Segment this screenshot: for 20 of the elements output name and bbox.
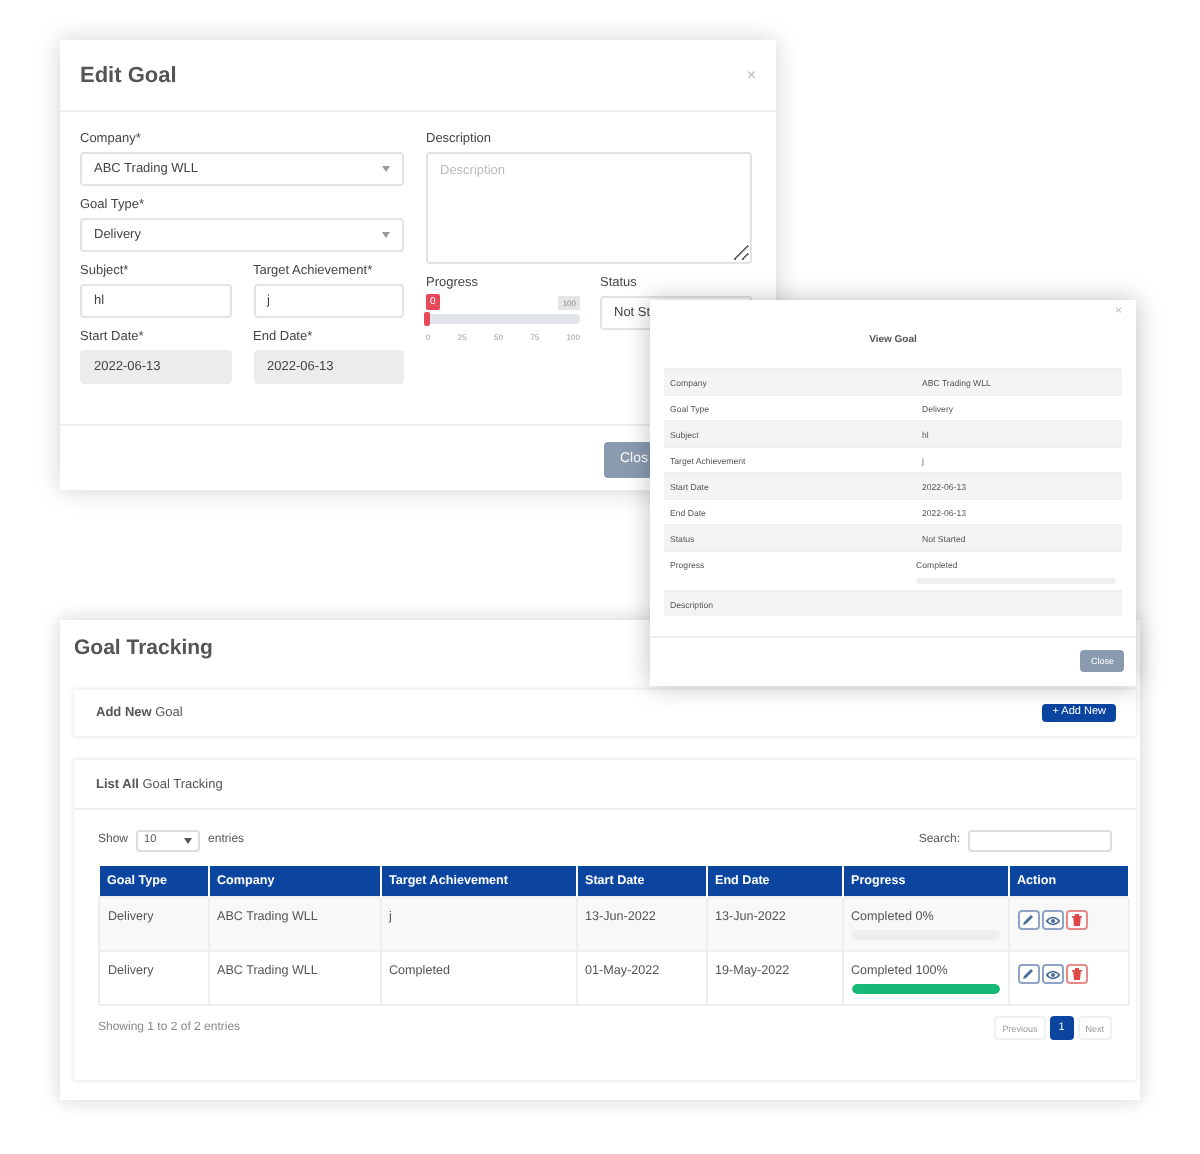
search-field[interactable] bbox=[968, 829, 1112, 851]
pencil-icon bbox=[1022, 968, 1034, 980]
eye-icon bbox=[1045, 969, 1059, 979]
view-button[interactable] bbox=[1041, 910, 1063, 930]
edit-button[interactable] bbox=[1017, 964, 1039, 984]
caret-icon bbox=[184, 837, 193, 843]
trash-icon bbox=[1071, 968, 1081, 980]
eye-icon bbox=[1045, 915, 1059, 925]
delete-button[interactable] bbox=[1065, 910, 1087, 930]
trash-icon bbox=[1071, 914, 1081, 926]
view-button[interactable] bbox=[1041, 964, 1063, 984]
caret-icon bbox=[382, 232, 390, 238]
pencil-icon bbox=[1022, 914, 1034, 926]
dialog-title: Edit Goal bbox=[80, 63, 177, 87]
edit-button[interactable] bbox=[1017, 910, 1039, 930]
caret-icon bbox=[382, 166, 390, 172]
slider-handle[interactable] bbox=[424, 312, 430, 326]
delete-button[interactable] bbox=[1065, 964, 1087, 984]
slider-track[interactable] bbox=[426, 314, 580, 324]
page-title: Goal Tracking bbox=[74, 634, 213, 662]
